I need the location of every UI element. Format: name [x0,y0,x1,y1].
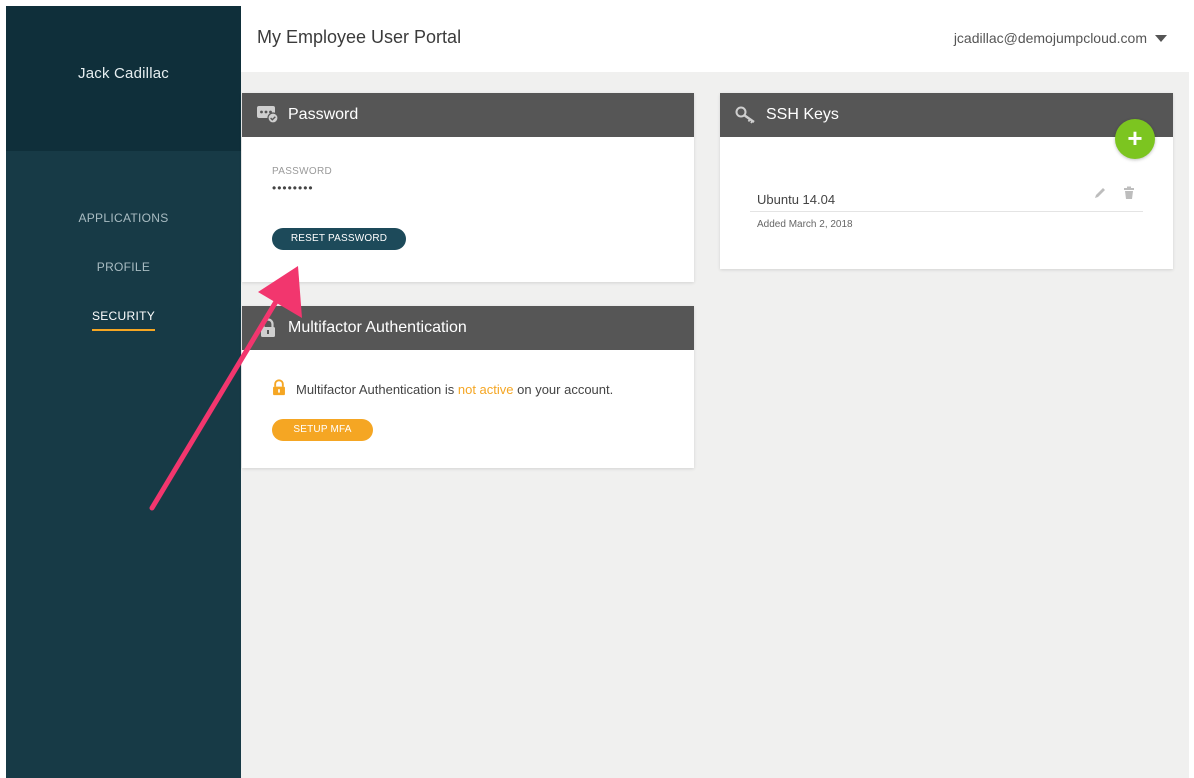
top-bar: My Employee User Portal jcadillac@demoju… [241,6,1189,72]
lock-icon [257,318,279,338]
caret-down-icon[interactable] [1155,34,1167,42]
sidebar-user-name: Jack Cadillac [78,65,169,82]
setup-mfa-button[interactable]: SETUP MFA [272,419,373,441]
sidebar-item-label: SECURITY [91,306,156,331]
mfa-card-title: Multifactor Authentication [288,319,467,336]
sidebar: Jack Cadillac APPLICATIONS PROFILE SECUR… [6,6,241,778]
ssh-keys-list: Ubuntu 14.04 Added March 2, 2018 [720,186,1173,230]
mfa-status-prefix: Multifactor Authentication is [296,381,458,397]
mfa-status: Multifactor Authentication is not active… [272,379,664,399]
add-ssh-key-button[interactable]: + [1115,119,1155,159]
sidebar-item-label: PROFILE [96,260,151,274]
trash-icon[interactable] [1123,186,1135,205]
pencil-icon[interactable] [1093,186,1107,205]
warning-lock-icon [272,379,286,399]
ssh-key-added-date: Added March 2, 2018 [757,219,853,230]
ssh-key-name: Ubuntu 14.04 [757,192,836,207]
ssh-keys-card-title: SSH Keys [766,106,839,123]
mfa-status-state: not active [457,381,514,397]
sidebar-header: Jack Cadillac [6,6,241,151]
reset-password-button[interactable]: RESET PASSWORD [272,228,406,250]
user-email: jcadillac@demojumpcloud.com [953,30,1147,46]
mfa-card: Multifactor Authentication Multifactor A… [242,306,694,468]
password-card: Password PASSWORD •••••••• RESET PASSWOR… [242,93,694,282]
password-card-header: Password [242,93,694,137]
sidebar-item-profile[interactable]: PROFILE [97,257,150,306]
user-menu[interactable]: jcadillac@demojumpcloud.com [954,30,1167,46]
sidebar-item-label: APPLICATIONS [78,211,169,225]
key-icon [735,105,757,125]
sidebar-item-applications[interactable]: APPLICATIONS [78,208,168,257]
password-field-label: PASSWORD [272,166,332,177]
sidebar-item-security[interactable]: SECURITY [91,306,156,355]
password-field-value: •••••••• [272,181,314,195]
password-icon [257,105,279,125]
mfa-status-suffix: on your account. [513,381,614,397]
mfa-card-header: Multifactor Authentication [242,306,694,350]
ssh-keys-card: SSH Keys + Ubuntu 14.04 Added March 2, 2… [720,93,1173,269]
password-card-body: PASSWORD •••••••• RESET PASSWORD [242,137,694,250]
list-item: Ubuntu 14.04 [750,186,1143,212]
ssh-key-actions [1093,186,1135,205]
page-title: My Employee User Portal [257,27,462,47]
ssh-keys-card-header: SSH Keys [720,93,1173,137]
sidebar-nav: APPLICATIONS PROFILE SECURITY [6,208,241,355]
password-card-title: Password [288,106,359,123]
mfa-status-text: Multifactor Authentication is not active… [296,382,613,397]
mfa-card-body: Multifactor Authentication is not active… [242,350,694,441]
